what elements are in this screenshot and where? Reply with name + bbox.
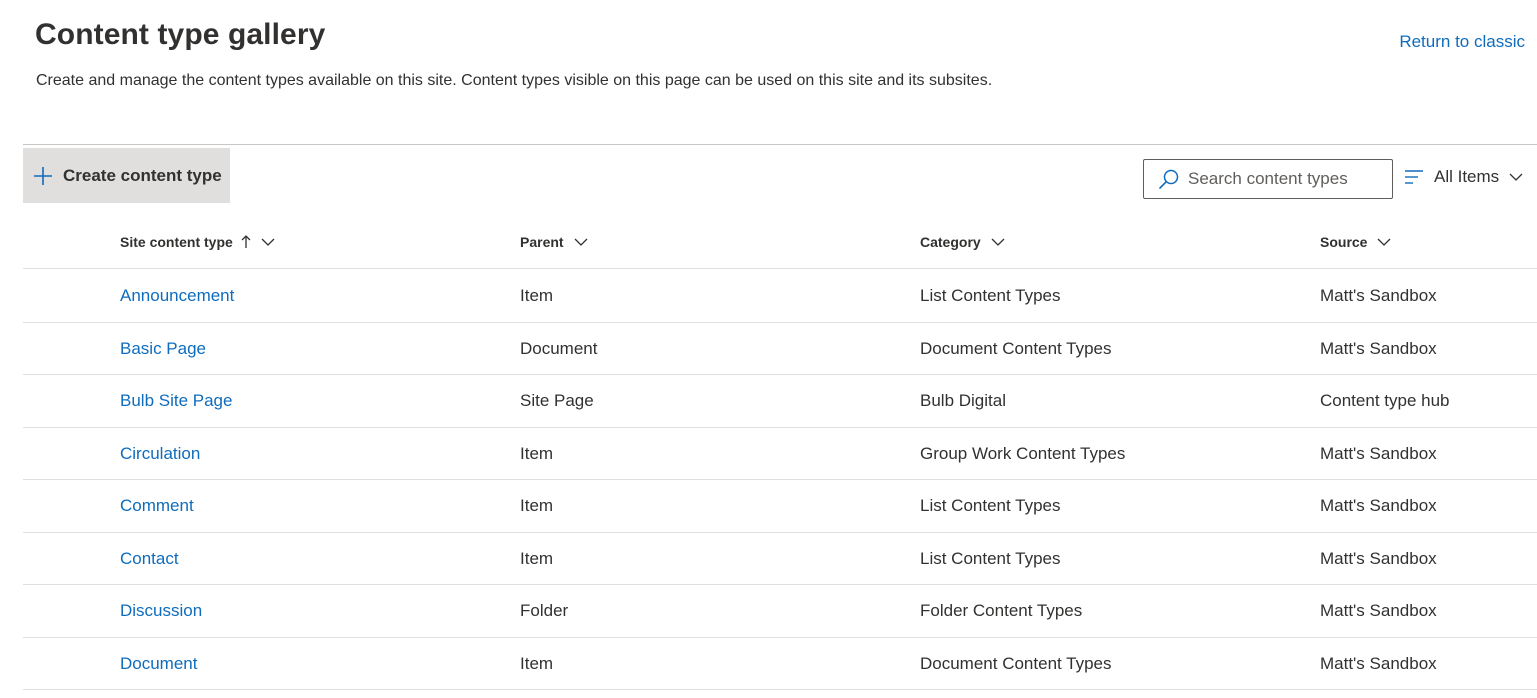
- parent-cell: Item: [520, 443, 554, 463]
- parent-cell: Site Page: [520, 391, 594, 410]
- table-row[interactable]: Bulb Site Page Site Page Bulb Digital Co…: [23, 375, 1537, 428]
- parent-cell: Item: [520, 286, 554, 305]
- parent-cell: Item: [520, 496, 554, 515]
- source-cell: Matt's Sandbox: [1320, 286, 1437, 305]
- chevron-down-icon: [1509, 173, 1523, 181]
- create-content-type-button[interactable]: Create content type: [23, 148, 230, 203]
- column-header-parent[interactable]: Parent: [520, 216, 588, 268]
- table-row[interactable]: Announcement Item List Content Types Mat…: [23, 270, 1537, 323]
- content-type-link[interactable]: Circulation: [120, 428, 200, 480]
- parent-cell: Document: [520, 338, 598, 358]
- column-header-source[interactable]: Source: [1320, 216, 1391, 268]
- content-type-link[interactable]: Bulb Site Page: [120, 375, 232, 427]
- view-selector-label: All Items: [1434, 167, 1500, 186]
- category-cell: List Content Types: [920, 496, 1061, 515]
- arrow-up-icon: [241, 235, 251, 248]
- page-title: Content type gallery: [35, 18, 326, 51]
- search-input[interactable]: [1188, 169, 1368, 189]
- column-header-category[interactable]: Category: [920, 216, 1005, 268]
- search-icon: [1159, 169, 1179, 189]
- content-type-link[interactable]: Comment: [120, 480, 194, 532]
- category-cell: List Content Types: [920, 286, 1061, 305]
- search-box[interactable]: [1143, 159, 1393, 199]
- source-cell: Matt's Sandbox: [1320, 601, 1437, 620]
- parent-cell: Item: [520, 653, 554, 673]
- category-cell: List Content Types: [920, 548, 1061, 568]
- category-cell: Document Content Types: [920, 338, 1112, 358]
- column-header-label: Site content type: [120, 234, 233, 250]
- source-cell: Matt's Sandbox: [1320, 496, 1437, 515]
- chevron-down-icon: [261, 238, 275, 246]
- chevron-down-icon: [574, 238, 588, 246]
- category-cell: Group Work Content Types: [920, 443, 1126, 463]
- table-row[interactable]: Basic Page Document Document Content Typ…: [23, 323, 1537, 375]
- return-to-classic-link[interactable]: Return to classic: [1399, 32, 1525, 52]
- category-cell: Document Content Types: [920, 653, 1112, 673]
- source-cell: Matt's Sandbox: [1320, 338, 1437, 358]
- category-cell: Bulb Digital: [920, 391, 1006, 410]
- table-row[interactable]: Circulation Item Group Work Content Type…: [23, 428, 1537, 480]
- plus-icon: [34, 166, 52, 185]
- table-row[interactable]: Contact Item List Content Types Matt's S…: [23, 533, 1537, 585]
- content-type-link[interactable]: Document: [120, 638, 197, 690]
- table-row[interactable]: Discussion Folder Folder Content Types M…: [23, 585, 1537, 638]
- source-cell: Matt's Sandbox: [1320, 443, 1437, 463]
- filter-icon: [1405, 170, 1423, 184]
- source-cell: Matt's Sandbox: [1320, 653, 1437, 673]
- column-header-label: Source: [1320, 234, 1368, 250]
- source-cell: Matt's Sandbox: [1320, 548, 1437, 568]
- page-description: Create and manage the content types avai…: [36, 72, 993, 89]
- chevron-down-icon: [991, 238, 1005, 246]
- category-cell: Folder Content Types: [920, 601, 1083, 620]
- content-type-link[interactable]: Contact: [120, 533, 179, 585]
- source-cell: Content type hub: [1320, 391, 1450, 410]
- content-type-link[interactable]: Announcement: [120, 270, 234, 322]
- content-type-link[interactable]: Basic Page: [120, 323, 206, 375]
- column-header-site-content-type[interactable]: Site content type: [120, 216, 275, 268]
- content-type-list: Announcement Item List Content Types Mat…: [23, 270, 1537, 690]
- column-header-label: Category: [920, 234, 981, 250]
- table-row[interactable]: Comment Item List Content Types Matt's S…: [23, 480, 1537, 533]
- view-selector[interactable]: All Items: [1404, 162, 1523, 192]
- column-header-label: Parent: [520, 234, 564, 250]
- parent-cell: Folder: [520, 601, 569, 620]
- table-row[interactable]: Document Item Document Content Types Mat…: [23, 638, 1537, 690]
- divider: [23, 144, 1537, 145]
- create-content-type-label: Create content type: [63, 165, 222, 185]
- parent-cell: Item: [520, 548, 554, 568]
- content-type-link[interactable]: Discussion: [120, 585, 202, 637]
- chevron-down-icon: [1378, 238, 1391, 246]
- table-header-row: Site content type Parent Category Source: [23, 216, 1537, 269]
